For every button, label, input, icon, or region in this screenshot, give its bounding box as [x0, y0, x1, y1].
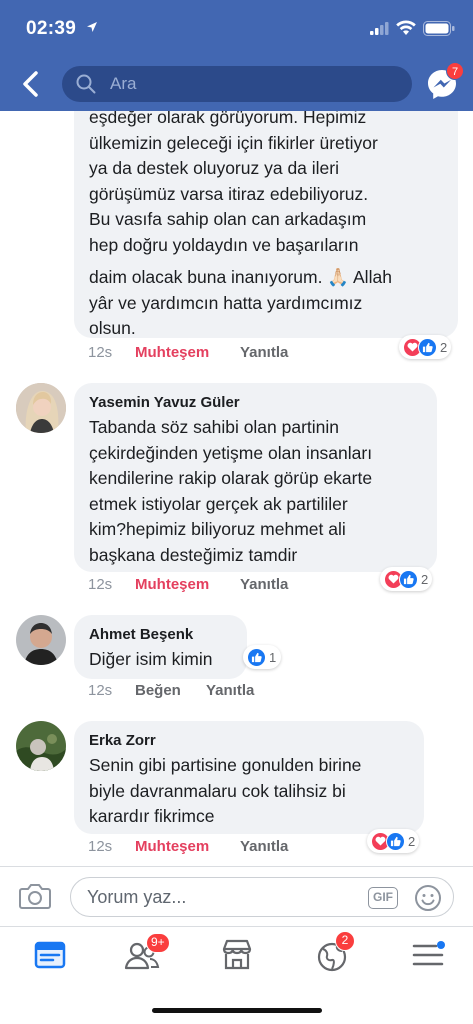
search-placeholder: Ara [110, 74, 137, 93]
menu-icon[interactable] [408, 937, 448, 973]
comment-text: Senin gibi partisine gonulden birine biy… [89, 755, 362, 826]
reaction-button[interactable]: Muhteşem [135, 838, 209, 855]
avatar[interactable] [16, 615, 66, 665]
comment-author[interactable]: Erka Zorr [89, 732, 156, 749]
status-time: 02:39 [26, 18, 77, 39]
reply-button[interactable]: Yanıtla [240, 838, 288, 855]
reaction-summary[interactable]: 2 [399, 335, 452, 359]
reaction-count: 1 [269, 649, 277, 665]
comment-input-placeholder: Yorum yaz... [87, 887, 187, 907]
comment-text: eşdeğer olarak görüyorum. Hepimiz ülkemi… [89, 107, 392, 338]
messenger-badge: 7 [446, 62, 464, 80]
wifi-icon [396, 20, 416, 35]
comment-bubble: Erka Zorr Senin gibi partisine gonulden … [74, 721, 424, 834]
comment-composer: Yorum yaz... GIF [0, 866, 473, 926]
like-icon [399, 569, 418, 589]
avatar[interactable] [16, 721, 66, 771]
reaction-summary[interactable]: 2 [367, 829, 420, 853]
reaction-button[interactable]: Muhteşem [135, 576, 209, 593]
signal-icon [370, 22, 389, 35]
news-feed-icon[interactable] [30, 937, 70, 973]
reaction-count: 2 [440, 339, 448, 355]
emoji-icon[interactable] [413, 883, 443, 913]
comment-bubble: Yasemin Yavuz Güler Tabanda söz sahibi o… [74, 383, 437, 572]
avatar[interactable] [16, 383, 66, 433]
comment-input[interactable]: Yorum yaz... GIF [70, 877, 454, 917]
comment-time: 12s [88, 344, 113, 361]
search-icon [76, 74, 96, 94]
notifications-badge: 2 [335, 931, 355, 951]
home-indicator [152, 1008, 322, 1013]
comment-bubble: eşdeğer olarak görüyorum. Hepimiz ülkemi… [74, 80, 458, 338]
reply-button[interactable]: Yanıtla [240, 576, 288, 593]
reaction-summary[interactable]: 1 [243, 645, 282, 669]
like-icon [386, 831, 405, 851]
reaction-count: 2 [408, 833, 416, 849]
reply-button[interactable]: Yanıtla [240, 344, 288, 361]
gif-button[interactable]: GIF [368, 887, 398, 909]
like-icon [418, 337, 437, 357]
friends-badge: 9+ [146, 933, 170, 953]
location-arrow-icon [87, 22, 97, 32]
camera-icon[interactable] [18, 881, 52, 911]
comment-text: Tabanda söz sahibi olan partinin çekirde… [89, 417, 373, 565]
reaction-summary[interactable]: 2 [380, 567, 433, 591]
comment-author[interactable]: Yasemin Yavuz Güler [89, 394, 240, 411]
search-input[interactable]: Ara [62, 66, 412, 102]
comment-text: Diğer isim kimin [89, 649, 213, 669]
app-header: 02:39 Ara 7 [0, 0, 473, 111]
reaction-count: 2 [421, 571, 429, 587]
like-icon [247, 647, 266, 667]
reaction-button[interactable]: Muhteşem [135, 344, 209, 361]
marketplace-icon[interactable] [217, 937, 257, 973]
comment-author[interactable]: Ahmet Beşenk [89, 626, 193, 643]
reply-button[interactable]: Yanıtla [206, 682, 254, 699]
comment-time: 12s [88, 682, 113, 699]
comment-bubble: Ahmet Beşenk Diğer isim kimin [74, 615, 247, 679]
comment-time: 12s [88, 838, 113, 855]
comment-time: 12s [88, 576, 113, 593]
like-button[interactable]: Beğen [135, 682, 181, 699]
battery-icon [423, 21, 455, 36]
back-arrow-icon[interactable] [18, 68, 46, 100]
